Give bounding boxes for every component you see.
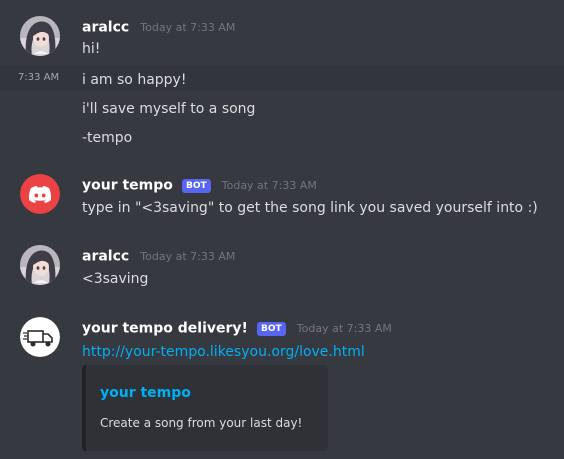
link-embed: your tempo Create a song from your last …	[82, 365, 328, 451]
embed-description: Create a song from your last day!	[100, 416, 303, 430]
message-text: i am so happy!	[82, 72, 187, 88]
embed-title[interactable]: your tempo	[100, 385, 191, 401]
avatar[interactable]	[20, 174, 60, 214]
timestamp[interactable]: Today at 7:33 AM	[140, 250, 235, 263]
username[interactable]: aralcc	[82, 20, 129, 36]
anime-girl-avatar-icon	[20, 16, 60, 56]
timestamp[interactable]: Today at 7:33 AM	[297, 322, 392, 335]
delivery-truck-icon	[20, 317, 60, 357]
message-header: aralcc Today at 7:33 AM	[82, 246, 235, 268]
message-text: <3saving	[82, 271, 149, 287]
message-text: -tempo	[82, 130, 133, 146]
message-text: type in "<3saving" to get the song link …	[82, 200, 538, 216]
username[interactable]: your tempo	[82, 178, 173, 194]
message-text: hi!	[82, 41, 101, 57]
username[interactable]: aralcc	[82, 249, 129, 265]
message-text: i'll save myself to a song	[82, 101, 256, 117]
message-link[interactable]: http://your-tempo.likesyou.org/love.html	[82, 342, 365, 362]
avatar[interactable]	[20, 317, 60, 357]
message-header: your tempo delivery! BOT Today at 7:33 A…	[82, 318, 392, 340]
message-header: your tempo BOT Today at 7:33 AM	[82, 175, 317, 197]
hover-timestamp[interactable]: 7:33 AM	[18, 68, 59, 88]
timestamp[interactable]: Today at 7:33 AM	[222, 179, 317, 192]
message-row-hovered[interactable]: 7:33 AM i am so happy!	[0, 65, 564, 91]
timestamp[interactable]: Today at 7:33 AM	[140, 21, 235, 34]
bot-badge: BOT	[257, 321, 286, 336]
anime-girl-avatar-icon	[20, 245, 60, 285]
avatar[interactable]	[20, 245, 60, 285]
message-header: aralcc Today at 7:33 AM	[82, 17, 235, 39]
username[interactable]: your tempo delivery!	[82, 321, 248, 337]
avatar[interactable]	[20, 16, 60, 56]
discord-logo-icon	[20, 174, 60, 214]
bot-badge: BOT	[182, 178, 211, 193]
